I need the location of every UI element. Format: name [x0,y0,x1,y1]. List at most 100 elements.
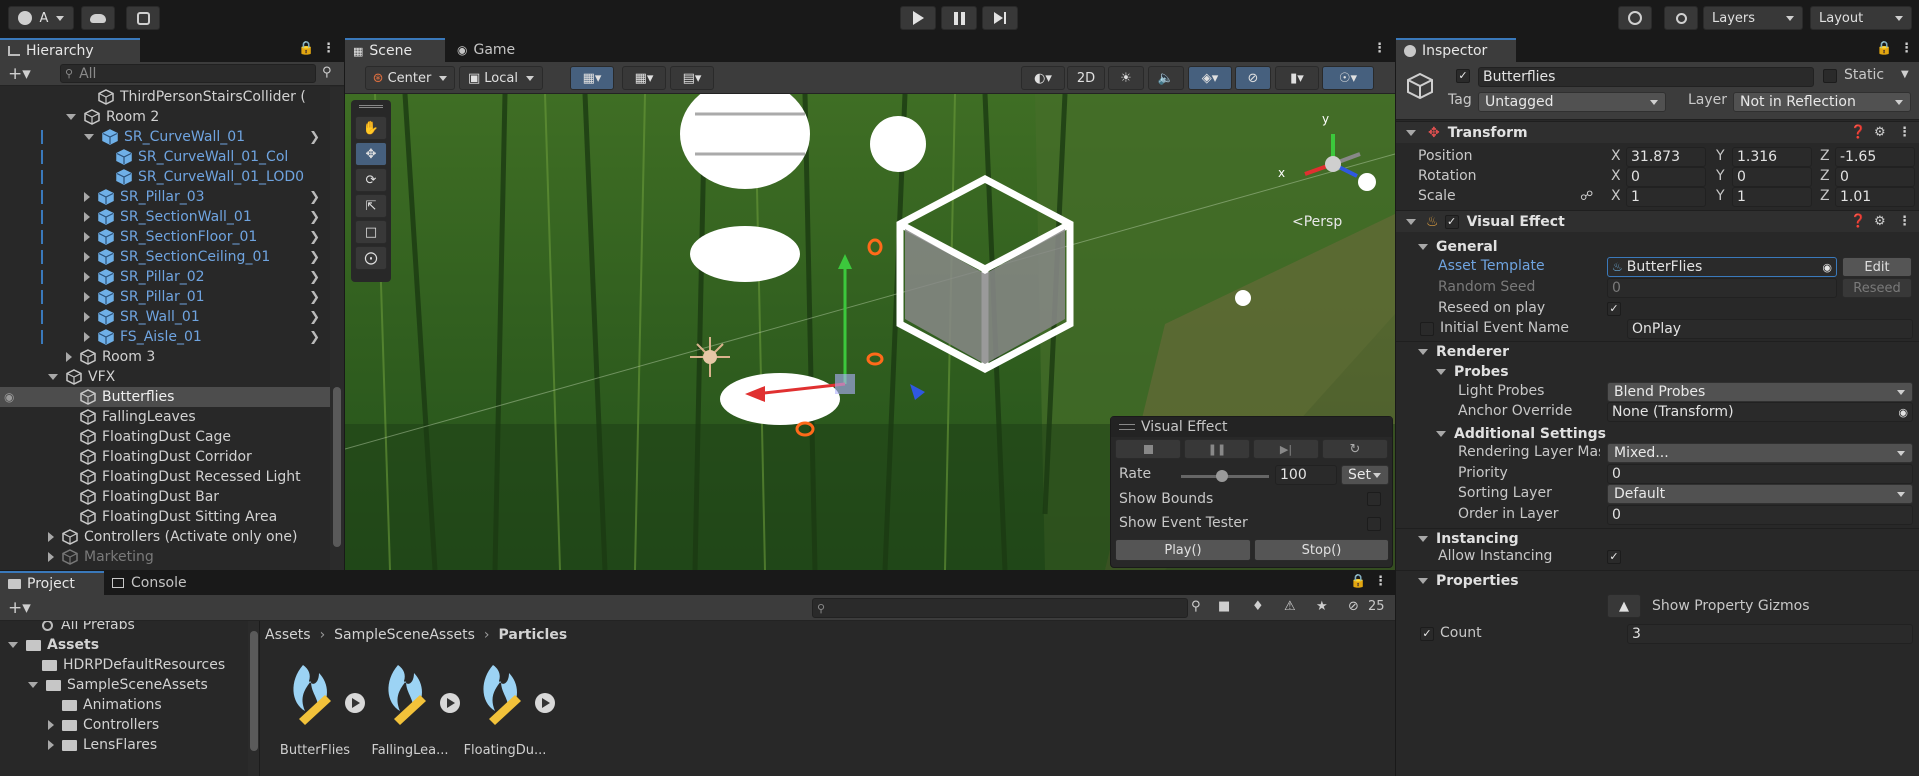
more-menu-icon[interactable]: ⋮ [1374,574,1387,589]
rotation-x-input[interactable]: 0 [1626,167,1706,187]
breadcrumb-item[interactable]: Particles [499,627,568,643]
snap-increment-button[interactable]: ▦▾ [622,66,666,90]
rect-tool[interactable]: □ [355,220,387,244]
hierarchy-item[interactable]: Room 3 [0,347,330,367]
hierarchy-item[interactable]: SR_CurveWall_01_Col [0,147,330,167]
hierarchy-item[interactable]: ThirdPersonStairsCollider ( [0,87,330,107]
expand-arrow-icon[interactable] [84,252,90,262]
project-tree-scrollbar[interactable] [248,621,260,776]
effects-toggle[interactable]: ◈▾ [1188,66,1232,90]
open-prefab-icon[interactable]: ❯ [309,190,320,205]
help-icon[interactable]: ❓ [1850,214,1866,229]
expand-arrow-icon[interactable] [84,292,90,302]
layers-dropdown[interactable]: Layers [1703,6,1803,30]
rotate-tool[interactable]: ⟳ [355,168,387,192]
asset-template-field[interactable]: ♨ ButterFlies ◉ [1607,257,1837,277]
history-button[interactable] [1618,6,1652,30]
hierarchy-item[interactable]: SR_Pillar_03 ❯ [0,187,330,207]
expand-arrow-icon[interactable] [84,232,90,242]
show-event-tester-checkbox[interactable] [1367,517,1381,531]
more-menu-icon[interactable]: ⋮ [322,41,335,56]
link-icon[interactable]: ☍ [1580,189,1593,204]
scale-x-input[interactable]: 1 [1626,187,1706,207]
static-dropdown-icon[interactable]: ▼ [1901,69,1909,80]
position-z-input[interactable]: -1.65 [1835,147,1915,167]
instancing-foldout[interactable]: Instancing [1396,528,1919,548]
hidden-objects-toggle[interactable]: ⊘ [1235,66,1271,90]
anchor-override-field[interactable]: None (Transform) ◉ [1607,402,1913,422]
tab-hierarchy[interactable]: Hierarchy [0,38,140,62]
count-input[interactable]: 3 [1627,624,1913,644]
audio-toggle[interactable]: 🔈 [1148,66,1184,90]
create-icon[interactable]: +▾ [8,598,31,618]
edit-button[interactable]: Edit [1842,257,1912,277]
grid-visibility-button[interactable]: ▤▾ [670,66,714,90]
expand-arrow-icon[interactable] [84,212,90,222]
expand-arrow-icon[interactable] [8,642,18,648]
rotation-y-input[interactable]: 0 [1732,167,1812,187]
project-tree-item[interactable]: SampleSceneAssets [0,675,248,695]
filter-type-icon[interactable]: ■ [1218,599,1230,614]
hidden-packages-icon[interactable]: ⊘ [1348,599,1359,614]
general-foldout[interactable]: General [1396,237,1919,257]
hierarchy-item[interactable]: FallingLeaves [0,407,330,427]
hierarchy-item[interactable]: SR_Pillar_01 ❯ [0,287,330,307]
favorite-icon[interactable]: ★ [1316,599,1328,614]
vfx-stop-button[interactable] [1115,439,1181,459]
hierarchy-item[interactable]: ◉ Butterflies [0,387,330,407]
scene-more-menu-icon[interactable]: ⋮ [1373,41,1386,56]
pivot-mode-dropdown[interactable]: ⊛ Center [365,66,455,90]
expand-arrow-icon[interactable] [48,532,54,542]
vfx-step-button[interactable]: ▶| [1253,439,1319,459]
initial-event-checkbox[interactable] [1420,322,1434,336]
expand-arrow-icon[interactable] [84,312,90,322]
reseed-on-play-checkbox[interactable]: ✓ [1607,302,1621,316]
expand-arrow-icon[interactable] [66,352,72,362]
overlay-header[interactable]: Visual Effect [1111,417,1392,437]
open-prefab-icon[interactable]: ❯ [309,230,320,245]
vfx-stop-event-button[interactable]: Stop() [1254,539,1389,561]
step-button[interactable] [982,6,1018,30]
expand-arrow-icon[interactable] [48,374,58,380]
renderer-foldout[interactable]: Renderer [1396,341,1919,361]
rendering-layer-dropdown[interactable]: Mixed... [1607,443,1913,463]
account-dropdown[interactable]: A [8,6,74,30]
open-prefab-icon[interactable]: ❯ [309,310,320,325]
vfx-pause-button[interactable]: ❚❚ [1184,439,1250,459]
shading-mode-button[interactable]: ◐▾ [1021,66,1065,90]
add-icon[interactable]: +▾ [8,64,31,84]
static-checkbox[interactable] [1823,69,1837,83]
hierarchy-item[interactable]: FloatingDust Corridor [0,447,330,467]
hierarchy-search-input[interactable]: ⚲ All [60,64,316,83]
hierarchy-item[interactable]: Controllers (Activate only one) [0,527,330,547]
play-icon[interactable] [535,693,555,713]
hierarchy-item[interactable]: FloatingDust Cage [0,427,330,447]
transform-header[interactable]: ✥ Transform ❓ ⚙ ⋮ [1396,121,1919,143]
more-menu-icon[interactable]: ⋮ [1900,41,1913,56]
sorting-layer-dropdown[interactable]: Default [1607,484,1913,504]
help-icon[interactable]: ❓ [1850,125,1866,140]
hierarchy-item[interactable]: Marketing [0,547,330,567]
hierarchy-item[interactable]: SR_Wall_01 ❯ [0,307,330,327]
grid-snap-button[interactable]: ▦▾ [570,66,614,90]
rotation-z-input[interactable]: 0 [1835,167,1915,187]
gizmos-button[interactable]: ☉▾ [1322,66,1374,90]
vfx-restart-button[interactable]: ↻ [1322,439,1388,459]
collab-button[interactable] [126,6,160,30]
open-prefab-icon[interactable]: ❯ [309,210,320,225]
component-menu-icon[interactable]: ⋮ [1898,214,1911,229]
object-picker-icon[interactable]: ◉ [1822,261,1832,274]
hierarchy-item[interactable]: SR_SectionCeiling_01 ❯ [0,247,330,267]
label-icon[interactable]: ♦ [1252,599,1264,614]
hierarchy-item[interactable]: SR_CurveWall_01 ❯ [0,127,330,147]
project-tree-item[interactable]: HDRPDefaultResources [0,655,248,675]
order-in-layer-input[interactable]: 0 [1607,505,1913,525]
project-tree-item[interactable]: Controllers [0,715,248,735]
expand-arrow-icon[interactable] [48,740,54,750]
expand-arrow-icon[interactable] [48,720,54,730]
count-override-checkbox[interactable]: ✓ [1420,627,1434,641]
open-prefab-icon[interactable]: ❯ [309,270,320,285]
hierarchy-item[interactable]: FloatingDust Sitting Area [0,507,330,527]
play-button[interactable] [900,6,936,30]
play-icon[interactable] [345,693,365,713]
